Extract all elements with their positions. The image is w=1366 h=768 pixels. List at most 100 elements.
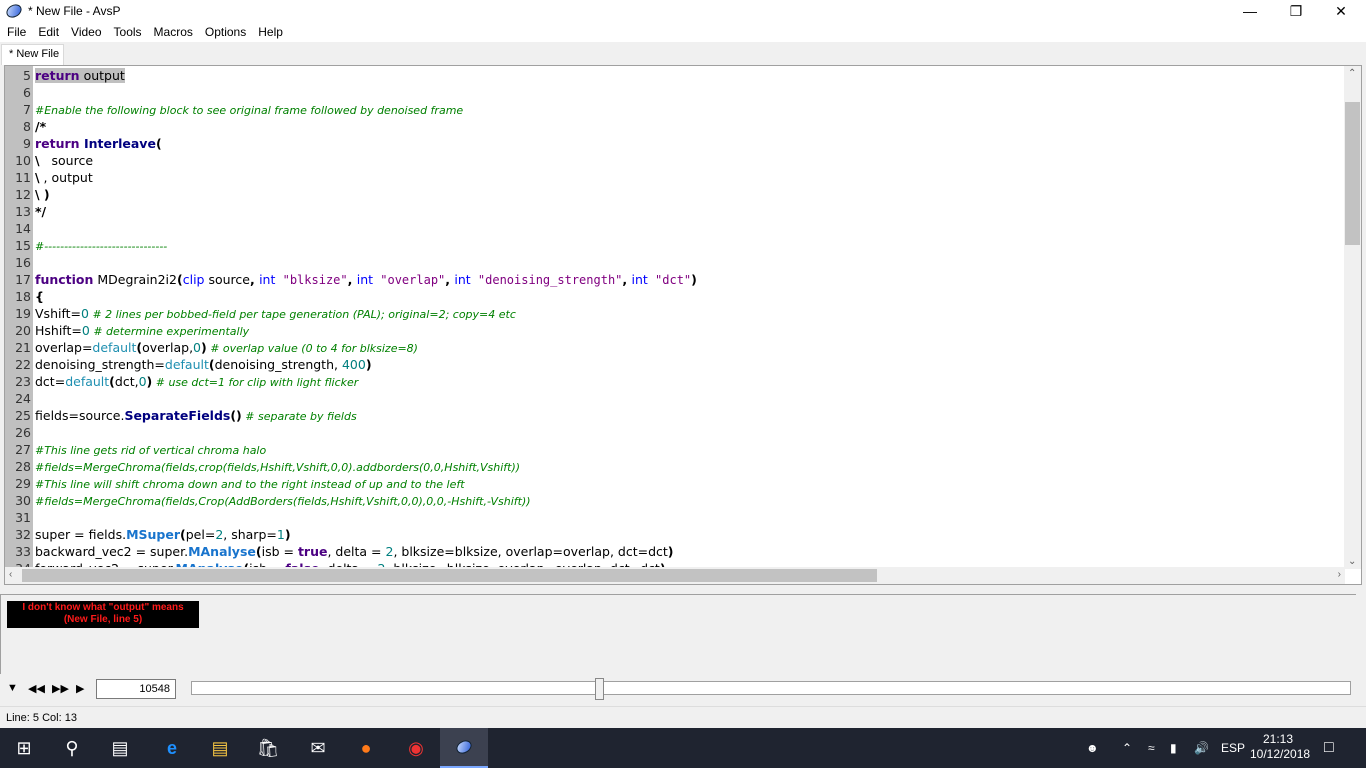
- avsp-icon: [454, 737, 474, 757]
- chrome-icon[interactable]: ◉: [392, 728, 440, 768]
- code-token: return: [35, 136, 84, 151]
- line-number: 25: [15, 408, 31, 423]
- code-line[interactable]: 27 #This line gets rid of vertical chroma…: [5, 441, 1345, 458]
- code-token: Vshift=: [35, 306, 82, 321]
- code-line[interactable]: 24: [5, 390, 1345, 407]
- vertical-scrollbar[interactable]: ⌃ ⌄: [1344, 66, 1361, 569]
- next-frame-icon[interactable]: ▶▶: [52, 682, 69, 695]
- code-line[interactable]: 25 fields=source.SeparateFields() # separ…: [5, 407, 1345, 424]
- code-line[interactable]: 16: [5, 254, 1345, 271]
- code-token: MAnalyse: [188, 544, 256, 559]
- code-line[interactable]: 29 #This line will shift chroma down and …: [5, 475, 1345, 492]
- code-lines[interactable]: 5 return output 6 7 #Enable the following bl…: [5, 67, 1345, 577]
- code-line[interactable]: 14: [5, 220, 1345, 237]
- code-token: # separate by fields: [241, 410, 357, 423]
- code-line[interactable]: 26: [5, 424, 1345, 441]
- frame-slider[interactable]: [191, 678, 1351, 700]
- code-line[interactable]: 7 #Enable the following block to see orig…: [5, 101, 1345, 118]
- tab-new-file[interactable]: * New File: [1, 44, 64, 65]
- line-number: 33: [15, 544, 31, 559]
- code-line[interactable]: 23 dct=default(dct,0) # use dct=1 for cli…: [5, 373, 1345, 390]
- code-token: function: [35, 272, 94, 287]
- line-number: 6: [23, 85, 31, 100]
- code-token: clip: [182, 272, 205, 287]
- play-icon[interactable]: ▶: [76, 682, 84, 695]
- code-token: denoising_strength,: [214, 357, 342, 372]
- mail-icon[interactable]: ✉: [294, 728, 342, 768]
- code-token: source: [204, 272, 250, 287]
- wifi-icon[interactable]: ≈: [1148, 728, 1155, 768]
- scroll-down-icon[interactable]: ⌄: [1348, 556, 1356, 567]
- vertical-scroll-thumb[interactable]: [1345, 102, 1360, 245]
- file-explorer-icon[interactable]: ▤: [196, 728, 244, 768]
- line-number: 26: [15, 425, 31, 440]
- menu-macros[interactable]: Macros: [148, 25, 199, 39]
- code-line[interactable]: 28 #fields=MergeChroma(fields,crop(fields…: [5, 458, 1345, 475]
- action-center-icon[interactable]: □: [1324, 728, 1334, 768]
- line-number: 18: [15, 289, 31, 304]
- task-view-icon[interactable]: ▤: [96, 728, 144, 768]
- code-line[interactable]: 15 #-------------------------------: [5, 237, 1345, 254]
- frame-number-input[interactable]: 10548: [96, 679, 176, 699]
- code-line[interactable]: 12 \ ): [5, 186, 1345, 203]
- scroll-up-icon[interactable]: ⌃: [1348, 68, 1356, 79]
- menu-help[interactable]: Help: [252, 25, 289, 39]
- battery-icon[interactable]: ▮: [1170, 728, 1177, 768]
- maximize-button[interactable]: ❐: [1273, 0, 1319, 22]
- volume-icon[interactable]: 🔊: [1194, 728, 1209, 768]
- code-line[interactable]: 22 denoising_strength=default(denoising_s…: [5, 356, 1345, 373]
- people-icon[interactable]: ☻: [1086, 728, 1099, 768]
- edge-icon[interactable]: e: [148, 728, 196, 768]
- frame-slider-thumb[interactable]: [594, 678, 604, 700]
- code-token: # overlap value (0 to 4 for blksize=8): [206, 342, 418, 355]
- search-icon[interactable]: ⚲: [48, 728, 96, 768]
- previous-frame-icon[interactable]: ◀◀: [28, 682, 45, 695]
- code-token: MSuper: [126, 527, 181, 542]
- code-line[interactable]: 30 #fields=MergeChroma(fields,Crop(AddBor…: [5, 492, 1345, 509]
- clock[interactable]: 21:13 10/12/2018: [1250, 732, 1310, 762]
- script-editor[interactable]: 5 return output 6 7 #Enable the following bl…: [4, 65, 1362, 585]
- code-line[interactable]: 21 overlap=default(overlap,0) # overlap v…: [5, 339, 1345, 356]
- line-number: 29: [15, 476, 31, 491]
- code-line[interactable]: 11 \ , output: [5, 169, 1345, 186]
- code-token: # 2 lines per bobbed-field per tape gene…: [88, 308, 516, 321]
- code-line[interactable]: 20 Hshift=0 # determine experimentally: [5, 322, 1345, 339]
- code-line[interactable]: 5 return output: [5, 67, 1345, 84]
- code-line[interactable]: 17 function MDegrain2i2(clip source, int …: [5, 271, 1345, 288]
- code-token: 1: [276, 527, 285, 542]
- menu-tools[interactable]: Tools: [108, 25, 148, 39]
- menu-options[interactable]: Options: [199, 25, 252, 39]
- code-line[interactable]: 13 */: [5, 203, 1345, 220]
- scroll-left-icon[interactable]: ‹: [9, 569, 12, 580]
- code-line[interactable]: 18 {: [5, 288, 1345, 305]
- code-token: pel=: [185, 527, 216, 542]
- minimize-button[interactable]: —: [1227, 0, 1273, 22]
- language-indicator[interactable]: ESP: [1221, 728, 1245, 768]
- menu-file[interactable]: File: [1, 25, 32, 39]
- show-hidden-icons-icon[interactable]: ⌃: [1122, 728, 1132, 768]
- code-line[interactable]: 6: [5, 84, 1345, 101]
- code-line[interactable]: 31: [5, 509, 1345, 526]
- firefox-icon[interactable]: ●: [342, 728, 390, 768]
- windows-start-icon[interactable]: ⊞: [0, 728, 48, 768]
- code-token: Interleave: [83, 136, 156, 151]
- code-line[interactable]: 32 super = fields.MSuper(pel=2, sharp=1): [5, 526, 1345, 543]
- avsp-taskbar-icon[interactable]: [440, 728, 488, 768]
- close-button[interactable]: ✕: [1318, 0, 1364, 22]
- code-token: overlap,: [142, 340, 194, 355]
- code-line[interactable]: 9 return Interleave(: [5, 135, 1345, 152]
- window-title: * New File - AvsP: [28, 4, 121, 18]
- code-line[interactable]: 19 Vshift=0 # 2 lines per bobbed-field pe…: [5, 305, 1345, 322]
- horizontal-scroll-thumb[interactable]: [22, 569, 877, 582]
- code-token: ): [365, 357, 372, 372]
- horizontal-scrollbar[interactable]: ‹ ›: [5, 567, 1345, 584]
- menu-edit[interactable]: Edit: [32, 25, 65, 39]
- code-line[interactable]: 8 /*: [5, 118, 1345, 135]
- code-line[interactable]: 10 \ source: [5, 152, 1345, 169]
- menu-video[interactable]: Video: [65, 25, 107, 39]
- code-line[interactable]: 33 backward_vec2 = super.MAnalyse(isb = t…: [5, 543, 1345, 560]
- store-icon[interactable]: 🛍: [244, 728, 292, 768]
- line-number: 21: [15, 340, 31, 355]
- toggle-preview-icon[interactable]: ▼: [7, 682, 18, 694]
- scroll-right-icon[interactable]: ›: [1338, 569, 1341, 580]
